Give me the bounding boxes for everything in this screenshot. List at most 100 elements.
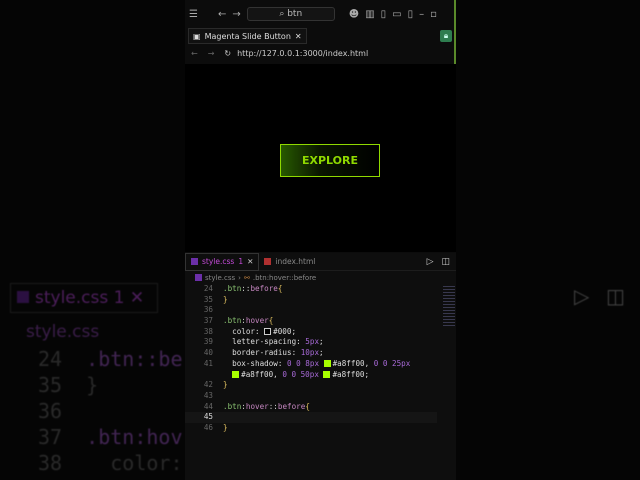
code-text: color: #000; xyxy=(223,327,296,338)
minimize-icon[interactable]: – xyxy=(419,9,424,20)
sidebar-left-icon[interactable]: ▯ xyxy=(381,9,387,20)
copilot-icon[interactable]: ☻ xyxy=(349,9,359,20)
code-text: .btn::before{ xyxy=(223,284,282,295)
back-icon[interactable]: ← xyxy=(218,9,226,20)
code-token: ; xyxy=(291,326,297,336)
line-number: 40 xyxy=(203,348,213,358)
code-text: letter-spacing: 5px; xyxy=(223,337,324,348)
bg-breadcrumb: style.css xyxy=(26,322,100,342)
line-number: 37 xyxy=(203,316,213,326)
title-bar: ☰ ← → ⌕ btn ☻ ▥ ▯ ▭ ▯ – ▫ xyxy=(185,0,456,28)
color-swatch[interactable] xyxy=(232,370,240,378)
url-field[interactable]: http://127.0.0.1:3000/index.html xyxy=(237,49,368,58)
reload-icon[interactable]: ↻ xyxy=(224,49,231,58)
sidebar-right-icon[interactable]: ▯ xyxy=(408,9,414,20)
css-file-icon xyxy=(195,274,202,281)
code-text: } xyxy=(223,380,228,391)
line-number xyxy=(185,370,223,381)
maximize-icon[interactable]: ▫ xyxy=(430,9,437,20)
code-area[interactable]: 24 .btn::before{35} 36 37 .btn:hover{38 colo… xyxy=(185,284,456,434)
code-line[interactable]: 41 box-shadow: 0 0 8px #a8ff00, 0 0 25px xyxy=(185,359,456,370)
code-token: 5px xyxy=(305,337,320,347)
code-line[interactable]: 24 .btn::before{ xyxy=(185,284,456,295)
search-input[interactable]: ⌕ btn xyxy=(246,7,335,21)
code-token: ; xyxy=(319,348,324,358)
run-icon[interactable]: ▷ xyxy=(427,257,434,267)
code-token: { xyxy=(277,284,283,293)
code-token: hover xyxy=(245,316,269,326)
code-token: box-shadow: xyxy=(223,358,288,368)
line-number: 35 xyxy=(203,294,213,304)
lock-icon[interactable]: 🔒︎ xyxy=(440,30,452,42)
line-number: 44 xyxy=(203,401,213,411)
line-number: 45 xyxy=(203,412,213,422)
code-token: 0 0 8px xyxy=(287,358,324,368)
color-swatch[interactable] xyxy=(264,327,272,335)
line-number: 38 xyxy=(203,326,213,336)
code-line[interactable]: 43 xyxy=(185,391,456,402)
breadcrumb: style.css › ⚯ .btn:hover::before xyxy=(185,271,456,284)
line-number: 24 xyxy=(203,284,213,293)
bg-tab-style-css: style.css 1 ✕ xyxy=(10,283,158,313)
code-token: letter-spacing: xyxy=(223,337,306,347)
close-tab-icon[interactable]: ✕ xyxy=(295,32,302,41)
code-line[interactable]: 40 border-radius: 10px; xyxy=(185,348,456,359)
bg-code: 24 .btn::be 35 } 36 37 .btn:hov 38 color… xyxy=(38,347,183,475)
menu-icon[interactable]: ☰ xyxy=(189,9,198,20)
minimap[interactable] xyxy=(443,286,455,328)
code-line[interactable]: 39 letter-spacing: 5px; xyxy=(185,337,456,348)
code-token: ; xyxy=(319,337,324,347)
back-icon[interactable]: ← xyxy=(191,49,198,58)
url-bar: ← → ↻ http://127.0.0.1:3000/index.html xyxy=(185,44,456,62)
code-line[interactable]: 44 .btn:hover::before{ xyxy=(185,402,456,413)
css-file-icon xyxy=(191,258,198,265)
code-line[interactable]: 45 xyxy=(185,412,437,423)
color-swatch[interactable] xyxy=(323,359,331,367)
forward-icon[interactable]: → xyxy=(232,9,240,20)
code-token: before xyxy=(277,401,306,411)
code-text: box-shadow: 0 0 8px #a8ff00, 0 0 25px xyxy=(223,359,410,370)
code-line[interactable]: 37 .btn:hover{ xyxy=(185,316,456,327)
code-line[interactable]: 42} xyxy=(185,380,456,391)
blurred-background-right: ▷ ◫ xyxy=(456,0,640,480)
code-line[interactable]: 36 xyxy=(185,305,456,316)
code-token: #a8ff00, xyxy=(332,358,374,368)
code-line[interactable]: 46} xyxy=(185,423,456,434)
code-token: .btn xyxy=(223,284,242,293)
code-token: border-radius: xyxy=(223,348,301,358)
split-editor-icon[interactable]: ◫ xyxy=(441,257,450,267)
tab-style-css[interactable]: style.css 1 ✕ xyxy=(185,252,260,271)
code-line[interactable]: #a8ff00, 0 0 50px #a8ff00; xyxy=(185,370,456,381)
preview-page: EXPLORE xyxy=(185,64,456,252)
html-file-icon xyxy=(264,258,272,265)
layout-icon[interactable]: ▥ xyxy=(365,9,374,20)
explore-button[interactable]: EXPLORE xyxy=(280,144,380,177)
bg-split-icon: ◫ xyxy=(606,284,625,308)
forward-icon[interactable]: → xyxy=(208,49,215,58)
panel-icon[interactable]: ▭ xyxy=(392,9,401,20)
line-number: 43 xyxy=(203,390,213,400)
css-file-icon xyxy=(17,291,29,303)
color-swatch[interactable] xyxy=(323,370,331,378)
code-text: } xyxy=(223,423,228,434)
close-icon[interactable]: ✕ xyxy=(247,257,253,266)
line-number: 36 xyxy=(203,305,213,315)
line-number: 46 xyxy=(203,422,213,432)
code-token: hover xyxy=(245,401,269,411)
tab-index-html[interactable]: index.html xyxy=(259,253,320,271)
code-text: #a8ff00, 0 0 50px #a8ff00; xyxy=(223,370,369,381)
editor-tabs: style.css 1 ✕ index.html ▷ ◫ xyxy=(185,252,456,271)
code-token: 0 0 25px xyxy=(373,358,411,368)
code-text: } xyxy=(223,295,228,306)
code-token: :: xyxy=(268,401,278,411)
code-line[interactable]: 35} xyxy=(185,295,456,306)
code-token: 0 0 50px xyxy=(282,369,324,379)
bg-run-icon: ▷ xyxy=(574,284,590,308)
browser-tab[interactable]: ▣ Magenta Slide Button ✕ xyxy=(188,28,307,44)
code-token: #000 xyxy=(273,326,292,336)
code-line[interactable]: 38 color: #000; xyxy=(185,327,456,338)
code-token: } xyxy=(223,380,228,390)
code-token: .btn xyxy=(223,316,242,326)
code-token: .btn xyxy=(223,401,242,411)
